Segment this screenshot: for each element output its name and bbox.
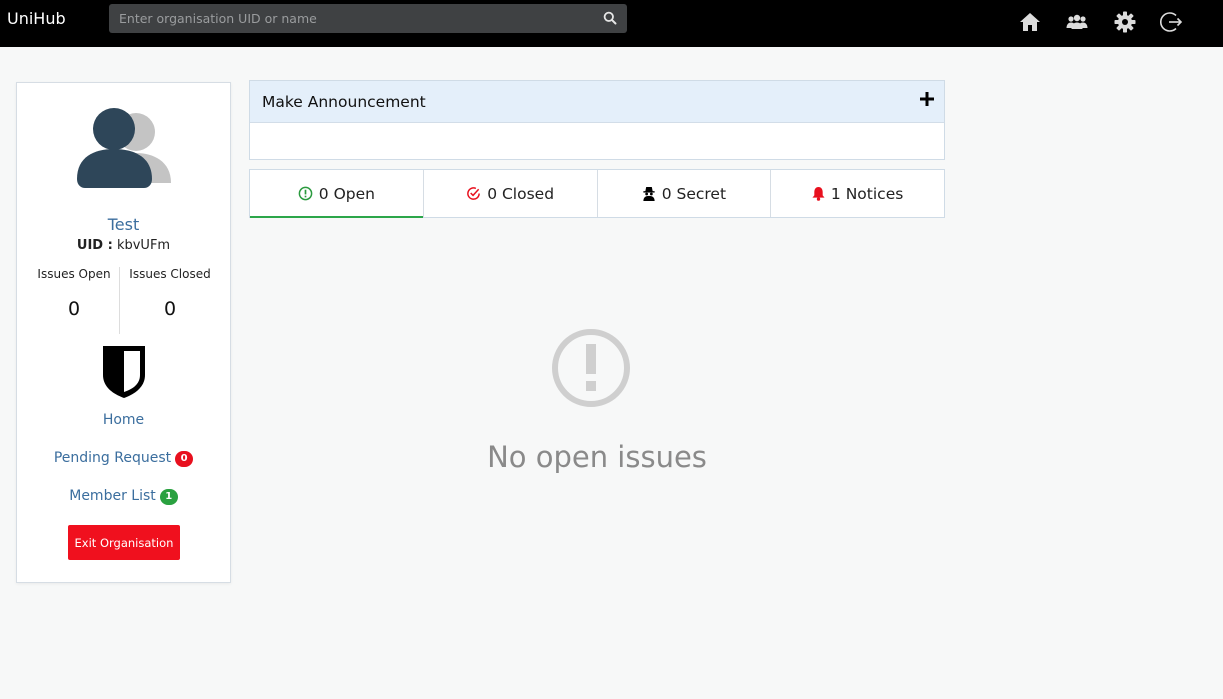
tab-secret-label: 0 Secret xyxy=(661,184,727,203)
pending-request-label: Pending Request xyxy=(53,450,172,466)
pending-request-link[interactable]: Pending Request 0 xyxy=(17,450,230,467)
search-icon[interactable] xyxy=(603,11,617,25)
search-box[interactable] xyxy=(109,4,627,33)
exit-organisation-button[interactable]: Exit Organisation xyxy=(68,525,180,560)
announcement-title: Make Announcement xyxy=(262,93,426,111)
uid-label: UID : xyxy=(76,238,113,253)
member-list-label: Member List xyxy=(69,488,156,504)
plus-icon[interactable] xyxy=(920,92,934,106)
announcement-panel: Make Announcement xyxy=(249,80,945,160)
tab-notices-label: 1 Notices xyxy=(830,184,904,203)
logout-icon[interactable] xyxy=(1160,10,1184,34)
issues-open-label: Issues Open xyxy=(37,267,111,281)
member-list-badge: 1 xyxy=(159,489,178,505)
empty-state-message: No open issues xyxy=(487,440,707,474)
announcement-header[interactable]: Make Announcement xyxy=(250,81,944,123)
tab-secret[interactable]: 0 Secret xyxy=(598,170,772,217)
gear-icon[interactable] xyxy=(1113,10,1137,34)
issue-tabs: 0 Open 0 Closed 0 Secret 1 Notices xyxy=(249,169,945,218)
tab-closed[interactable]: 0 Closed xyxy=(424,170,598,217)
issues-open-stat: Issues Open 0 xyxy=(24,267,124,320)
search-input[interactable] xyxy=(109,4,589,33)
issues-open-count: 0 xyxy=(67,298,81,320)
home-icon[interactable] xyxy=(1018,10,1042,34)
uid-value: kbvUFm xyxy=(116,238,171,253)
group-avatar-icon xyxy=(77,108,171,188)
member-list-link[interactable]: Member List 1 xyxy=(17,488,230,505)
tab-closed-label: 0 Closed xyxy=(487,184,555,203)
check-circle-icon xyxy=(467,187,481,200)
brand-logo[interactable]: UniHub xyxy=(7,9,66,28)
members-icon[interactable] xyxy=(1065,10,1089,34)
bell-icon xyxy=(812,187,825,201)
organisation-card: Test UID : kbvUFm Issues Open 0 Issues C… xyxy=(16,82,231,583)
top-bar: UniHub xyxy=(0,0,1223,47)
issues-closed-count: 0 xyxy=(163,298,177,320)
tab-open[interactable]: 0 Open xyxy=(250,170,424,218)
uid-line: UID : kbvUFm xyxy=(17,238,230,253)
organisation-name[interactable]: Test xyxy=(17,215,230,234)
exclamation-circle-icon xyxy=(298,186,313,201)
exclamation-circle-large-icon xyxy=(552,329,630,407)
home-link[interactable]: Home xyxy=(17,412,230,428)
issues-closed-label: Issues Closed xyxy=(129,267,211,281)
pending-request-badge: 0 xyxy=(175,451,194,467)
shield-icon xyxy=(103,346,145,398)
spy-icon xyxy=(643,186,655,201)
issues-closed-stat: Issues Closed 0 xyxy=(120,267,220,320)
tab-open-label: 0 Open xyxy=(318,184,375,203)
tab-notices[interactable]: 1 Notices xyxy=(771,170,944,217)
